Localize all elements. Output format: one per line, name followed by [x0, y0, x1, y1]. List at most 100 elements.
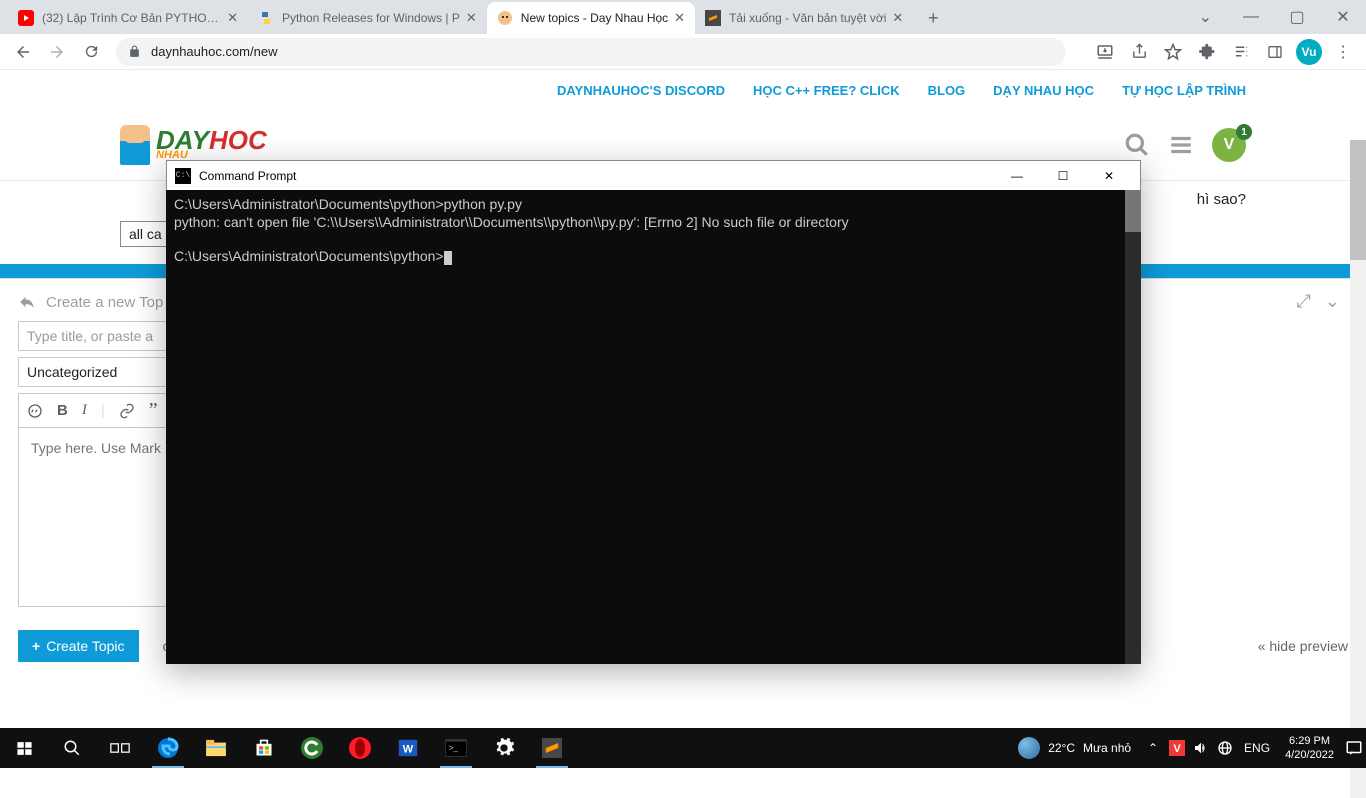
top-nav: DAYNHAUHOC'S DISCORD HỌC C++ FREE? CLICK… [0, 70, 1366, 110]
collapse-icon[interactable]: ⌄ [1325, 291, 1340, 312]
sublime-icon [705, 10, 721, 26]
cmd-icon: C:\ [175, 168, 191, 184]
close-icon[interactable]: ✕ [674, 10, 685, 26]
profile-avatar[interactable]: Vu [1296, 39, 1322, 65]
tab-title: New topics - Day Nhau Học [521, 11, 668, 25]
browser-chrome: (32) Lập Trình Cơ Bản PYTHON Tự ✕ Python… [0, 0, 1366, 70]
reading-list-icon[interactable] [1224, 35, 1258, 69]
back-button[interactable] [6, 35, 40, 69]
cmd-minimize[interactable]: — [994, 162, 1040, 190]
network-icon[interactable] [1213, 728, 1237, 768]
mascot-icon [120, 125, 150, 165]
maximize-button[interactable]: ▢ [1274, 2, 1320, 32]
hide-preview-link[interactable]: « hide preview [1258, 638, 1348, 654]
edge-icon[interactable] [144, 728, 192, 768]
share-icon[interactable] [1122, 35, 1156, 69]
cmd-taskbar-icon[interactable]: >_ [432, 728, 480, 768]
language-indicator[interactable]: ENG [1237, 728, 1277, 768]
close-icon[interactable]: ✕ [892, 10, 903, 26]
tab-bar: (32) Lập Trình Cơ Bản PYTHON Tự ✕ Python… [0, 0, 1366, 34]
close-icon[interactable]: ✕ [466, 10, 477, 26]
italic-button[interactable]: I [82, 402, 87, 419]
sublime-taskbar-icon[interactable] [528, 728, 576, 768]
weather-widget[interactable]: 22°C Mưa nhỏ [1008, 737, 1141, 759]
chevron-down-icon[interactable]: ⌄ [1189, 7, 1222, 27]
tab-python[interactable]: Python Releases for Windows | P ✕ [248, 2, 487, 34]
notification-badge: 1 [1236, 124, 1252, 140]
search-icon[interactable] [1124, 132, 1150, 158]
word-icon[interactable]: W [384, 728, 432, 768]
menu-icon[interactable]: ⋮ [1326, 35, 1360, 69]
tab-title: (32) Lập Trình Cơ Bản PYTHON Tự [42, 11, 221, 25]
reload-button[interactable] [74, 35, 108, 69]
weather-icon [1018, 737, 1040, 759]
nav-dnh[interactable]: DẠY NHAU HỌC [993, 83, 1094, 98]
cmd-scrollbar[interactable] [1125, 190, 1141, 664]
search-button[interactable] [48, 728, 96, 768]
nav-blog[interactable]: BLOG [928, 83, 966, 98]
extensions-icon[interactable] [1190, 35, 1224, 69]
minimize-button[interactable]: — [1228, 2, 1274, 32]
page-scrollbar[interactable] [1350, 140, 1366, 798]
cmd-body[interactable]: C:\Users\Administrator\Documents\python>… [166, 190, 1141, 664]
weather-temp: 22°C [1048, 741, 1075, 755]
create-topic-button[interactable]: Create Topic [18, 630, 139, 662]
volume-icon[interactable] [1189, 728, 1213, 768]
welcome-text-tail: hì sao? [1197, 191, 1246, 208]
url-text: daynhauhoc.com/new [151, 44, 277, 59]
cmd-close[interactable]: ✕ [1086, 162, 1132, 190]
expand-icon[interactable]: ⤢ [1297, 291, 1311, 312]
opera-icon[interactable] [336, 728, 384, 768]
tab-dnh[interactable]: New topics - Day Nhau Học ✕ [487, 2, 695, 34]
nav-discord[interactable]: DAYNHAUHOC'S DISCORD [557, 83, 725, 98]
clock[interactable]: 6:29 PM 4/20/2022 [1277, 734, 1342, 763]
quote-icon[interactable] [27, 403, 43, 419]
bold-button[interactable]: B [57, 402, 68, 419]
nav-cpp[interactable]: HỌC C++ FREE? CLICK [753, 83, 900, 98]
cursor [444, 251, 452, 265]
svg-text:V: V [1173, 743, 1181, 755]
tray-chevron[interactable]: ⌃ [1141, 728, 1165, 768]
reply-icon [18, 293, 36, 311]
close-button[interactable]: ✕ [1320, 2, 1366, 32]
task-view[interactable] [96, 728, 144, 768]
install-icon[interactable] [1088, 35, 1122, 69]
new-tab-button[interactable]: + [919, 4, 947, 32]
settings-icon[interactable] [480, 728, 528, 768]
cmd-maximize[interactable]: ☐ [1040, 162, 1086, 190]
window-controls: ⌄ — ▢ ✕ [1189, 0, 1366, 34]
composer-title: Create a new Top [46, 294, 163, 311]
tab-youtube[interactable]: (32) Lập Trình Cơ Bản PYTHON Tự ✕ [8, 2, 248, 34]
coccoc-icon[interactable] [288, 728, 336, 768]
user-avatar[interactable]: V 1 [1212, 128, 1246, 162]
link-icon[interactable] [119, 403, 135, 419]
cmd-title: Command Prompt [199, 169, 296, 183]
blockquote-icon[interactable]: ” [149, 399, 158, 422]
svg-text:>_: >_ [449, 744, 459, 753]
store-icon[interactable] [240, 728, 288, 768]
tab-title: Python Releases for Windows | P [282, 11, 460, 25]
hamburger-icon[interactable] [1168, 132, 1194, 158]
lock-icon [128, 45, 141, 58]
sidepanel-icon[interactable] [1258, 35, 1292, 69]
star-icon[interactable] [1156, 35, 1190, 69]
python-icon [258, 10, 274, 26]
address-bar: daynhauhoc.com/new Vu ⋮ [0, 34, 1366, 70]
nav-self[interactable]: TỰ HỌC LẬP TRÌNH [1122, 83, 1246, 98]
logo[interactable]: DAYHOC NHAU [120, 125, 267, 165]
close-icon[interactable]: ✕ [227, 10, 238, 26]
explorer-icon[interactable] [192, 728, 240, 768]
avatar-initial: V [1224, 136, 1235, 154]
notifications-icon[interactable] [1342, 728, 1366, 768]
youtube-icon [18, 10, 34, 26]
forward-button[interactable] [40, 35, 74, 69]
cmd-window: C:\ Command Prompt — ☐ ✕ C:\Users\Admini… [166, 160, 1141, 664]
tab-sublime[interactable]: Tải xuống - Văn bản tuyệt vời ✕ [695, 2, 913, 34]
vivaldi-tray-icon[interactable]: V [1165, 728, 1189, 768]
cmd-titlebar[interactable]: C:\ Command Prompt — ☐ ✕ [166, 160, 1141, 190]
url-field[interactable]: daynhauhoc.com/new [116, 38, 1066, 66]
start-button[interactable] [0, 728, 48, 768]
tab-title: Tải xuống - Văn bản tuyệt vời [729, 11, 886, 25]
taskbar: W >_ 22°C Mưa nhỏ ⌃ V ENG 6:29 PM 4/20/2… [0, 728, 1366, 768]
svg-text:W: W [403, 744, 414, 756]
